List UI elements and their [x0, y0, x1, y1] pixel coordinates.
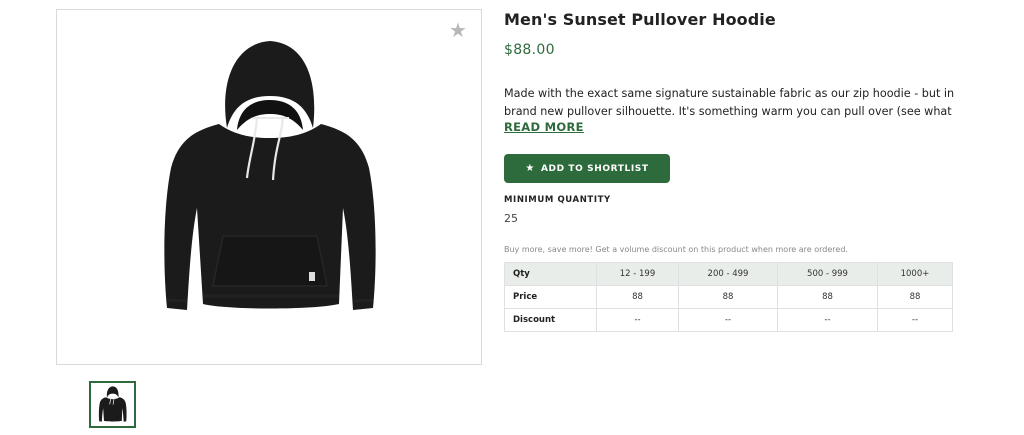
product-title: Men's Sunset Pullover Hoodie — [504, 10, 776, 29]
star-icon: ★ — [525, 162, 535, 174]
row-label: Discount — [504, 308, 597, 332]
table-cell: -- — [877, 308, 953, 332]
product-price: $88.00 — [504, 42, 555, 58]
product-image-panel: ★ — [56, 9, 482, 365]
product-image — [164, 41, 376, 310]
table-row: Price 88 88 88 88 — [504, 285, 953, 309]
table-cell: 88 — [596, 285, 679, 309]
table-cell: 88 — [877, 285, 953, 309]
column-header: 200 - 499 — [678, 262, 778, 286]
minimum-quantity-label: MINIMUM QUANTITY — [504, 195, 611, 205]
table-cell: 88 — [777, 285, 878, 309]
table-cell: -- — [678, 308, 778, 332]
shortlist-star-icon[interactable]: ★ — [448, 20, 468, 40]
table-header-row: Qty 12 - 199 200 - 499 500 - 999 1000+ — [504, 262, 953, 286]
table-row: Discount -- -- -- -- — [504, 308, 953, 332]
description-line: brand new pullover silhouette. It's some… — [504, 105, 954, 118]
table-cell: -- — [596, 308, 679, 332]
read-more-link[interactable]: READ MORE — [504, 120, 584, 134]
table-cell: -- — [777, 308, 878, 332]
volume-discount-note: Buy more, save more! Get a volume discou… — [504, 245, 848, 254]
product-thumbnail[interactable] — [89, 381, 136, 428]
product-description: Made with the exact same signature susta… — [504, 85, 954, 121]
description-line: Made with the exact same signature susta… — [504, 87, 954, 100]
column-header: 500 - 999 — [777, 262, 878, 286]
add-to-shortlist-button[interactable]: ★ ADD TO SHORTLIST — [504, 154, 670, 183]
table-cell: 88 — [678, 285, 778, 309]
volume-pricing-table: Qty 12 - 199 200 - 499 500 - 999 1000+ P… — [504, 262, 953, 332]
minimum-quantity-value: 25 — [504, 212, 518, 225]
column-header: 1000+ — [877, 262, 953, 286]
column-header: 12 - 199 — [596, 262, 679, 286]
thumbnail-hoodie-image — [98, 386, 127, 422]
add-to-shortlist-label: ADD TO SHORTLIST — [540, 163, 649, 174]
column-header: Qty — [504, 262, 597, 286]
row-label: Price — [504, 285, 597, 309]
